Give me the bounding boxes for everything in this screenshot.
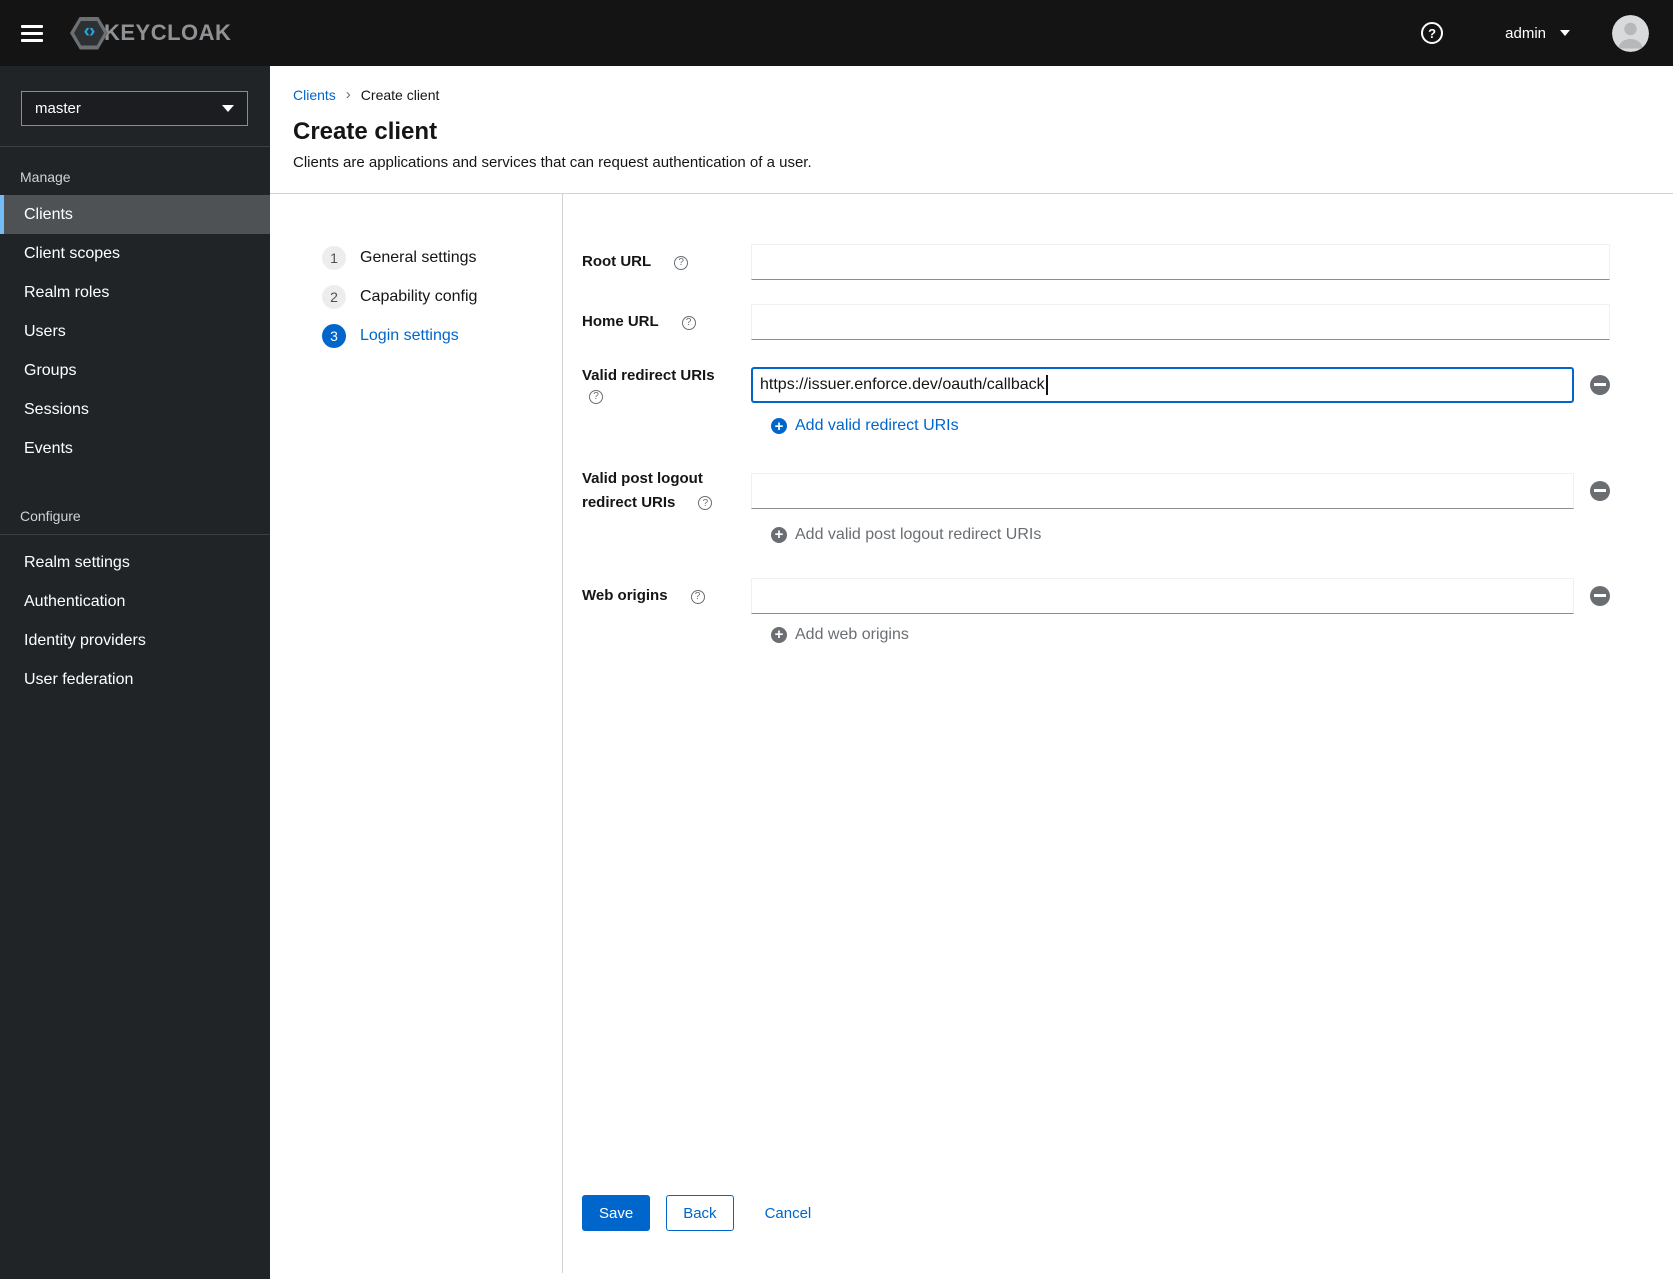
sidebar-item-realm-settings[interactable]: Realm settings <box>0 543 270 582</box>
root-url-row: Root URL? <box>582 244 1610 280</box>
sidebar-item-client-scopes[interactable]: Client scopes <box>0 234 270 273</box>
home-url-input[interactable] <box>751 304 1610 340</box>
valid-redirect-uris-row: Valid redirect URIs? https://issuer.enfo… <box>582 364 1610 439</box>
help-icon[interactable]: ? <box>1421 22 1444 44</box>
nav-section-configure: Configure Realm settings Authentication … <box>0 468 270 699</box>
avatar[interactable] <box>1612 14 1649 52</box>
sidebar-item-events[interactable]: Events <box>0 429 270 468</box>
sidebar-item-authentication[interactable]: Authentication <box>0 582 270 621</box>
nav-group-title-manage: Manage <box>20 169 71 185</box>
keycloak-logo-icon: ‹› <box>70 16 108 50</box>
wizard-step-login-settings[interactable]: 3 Login settings <box>322 324 562 348</box>
breadcrumb-separator-icon: › <box>345 86 351 103</box>
realm-selector-value: master <box>35 100 81 117</box>
sidebar-divider <box>0 534 270 535</box>
text-cursor <box>1045 374 1048 395</box>
wizard-step-general-settings[interactable]: 1 General settings <box>322 246 562 270</box>
back-button[interactable]: Back <box>666 1195 734 1231</box>
chevron-down-icon <box>1560 30 1570 36</box>
breadcrumb-current: Create client <box>360 86 440 103</box>
keycloak-logo: ‹› KEYCLOAK <box>70 16 232 50</box>
root-url-label: Root URL <box>582 253 652 271</box>
wizard-step-capability-config[interactable]: 2 Capability config <box>322 285 562 309</box>
wizard-nav: 1 General settings 2 Capability config 3… <box>270 194 562 1273</box>
plus-circle-icon <box>771 526 787 543</box>
sidebar-item-users[interactable]: Users <box>0 312 270 351</box>
sidebar-item-clients[interactable]: Clients <box>0 195 270 234</box>
sidebar-item-sessions[interactable]: Sessions <box>0 390 270 429</box>
step-number: 2 <box>322 285 346 309</box>
realm-selector[interactable]: master <box>21 91 248 126</box>
sidebar-item-realm-roles[interactable]: Realm roles <box>0 273 270 312</box>
remove-redirect-uri-icon[interactable] <box>1590 374 1610 395</box>
masthead: ‹› KEYCLOAK ? admin <box>0 0 1673 66</box>
save-button[interactable]: Save <box>582 1195 651 1231</box>
add-web-origins-button[interactable]: Add web origins <box>771 626 909 644</box>
nav-group-title-configure: Configure <box>20 508 81 524</box>
help-icon[interactable]: ? <box>698 496 713 510</box>
breadcrumb-clients-link[interactable]: Clients <box>293 87 336 103</box>
add-valid-post-logout-redirect-uris-button[interactable]: Add valid post logout redirect URIs <box>771 526 1041 544</box>
sidebar-item-user-federation[interactable]: User federation <box>0 660 270 699</box>
page-description: Clients are applications and services th… <box>293 154 812 171</box>
valid-post-logout-redirect-uris-row: Valid post logout redirect URIs? Add val… <box>582 467 1610 548</box>
sidebar: master Manage Clients Client scopes Real… <box>0 66 270 1279</box>
home-url-row: Home URL? <box>582 304 1610 340</box>
sidebar-item-identity-providers[interactable]: Identity providers <box>0 621 270 660</box>
valid-redirect-uris-label: Valid redirect URIs <box>582 367 715 384</box>
valid-post-logout-redirect-uris-input[interactable] <box>751 472 1574 509</box>
root-url-input[interactable] <box>751 244 1610 280</box>
remove-post-logout-uri-icon[interactable] <box>1590 480 1610 501</box>
web-origins-label: Web origins <box>582 587 668 605</box>
username: admin <box>1505 24 1546 42</box>
login-settings-form: Root URL? Home URL? Valid redirect URIs? <box>562 194 1673 1273</box>
page-title: Create client <box>293 118 438 145</box>
chevron-down-icon <box>222 105 234 112</box>
nav-section-manage: Manage Clients Client scopes Realm roles… <box>0 147 270 468</box>
step-number: 3 <box>322 324 346 348</box>
home-url-label: Home URL <box>582 313 659 331</box>
nav-toggle-icon[interactable] <box>21 24 43 42</box>
remove-web-origin-icon[interactable] <box>1590 585 1610 606</box>
help-icon[interactable]: ? <box>674 255 689 270</box>
brand-text: KEYCLOAK <box>104 20 232 45</box>
user-dropdown[interactable]: admin <box>1505 25 1570 42</box>
valid-redirect-uris-input[interactable]: https://issuer.enforce.dev/oauth/callbac… <box>751 366 1574 403</box>
page-header: Clients › Create client Create client Cl… <box>270 66 1673 194</box>
web-origins-input[interactable] <box>751 577 1574 614</box>
help-icon[interactable]: ? <box>681 315 696 330</box>
help-icon[interactable]: ? <box>589 389 603 404</box>
sidebar-item-groups[interactable]: Groups <box>0 351 270 390</box>
help-icon[interactable]: ? <box>690 589 705 604</box>
web-origins-row: Web origins? Add web origins <box>582 577 1610 648</box>
plus-circle-icon <box>771 626 787 643</box>
avatar-icon <box>1612 14 1649 52</box>
add-valid-redirect-uris-button[interactable]: Add valid redirect URIs <box>771 417 959 435</box>
plus-circle-icon <box>771 418 787 435</box>
step-number: 1 <box>322 246 346 270</box>
breadcrumb: Clients › Create client <box>293 86 1649 103</box>
cancel-button[interactable]: Cancel <box>749 1195 828 1231</box>
valid-post-logout-redirect-uris-label: Valid post logout redirect URIs <box>582 470 703 511</box>
form-actions: Save Back Cancel <box>582 1155 1610 1231</box>
main-content: Clients › Create client Create client Cl… <box>270 66 1673 1279</box>
